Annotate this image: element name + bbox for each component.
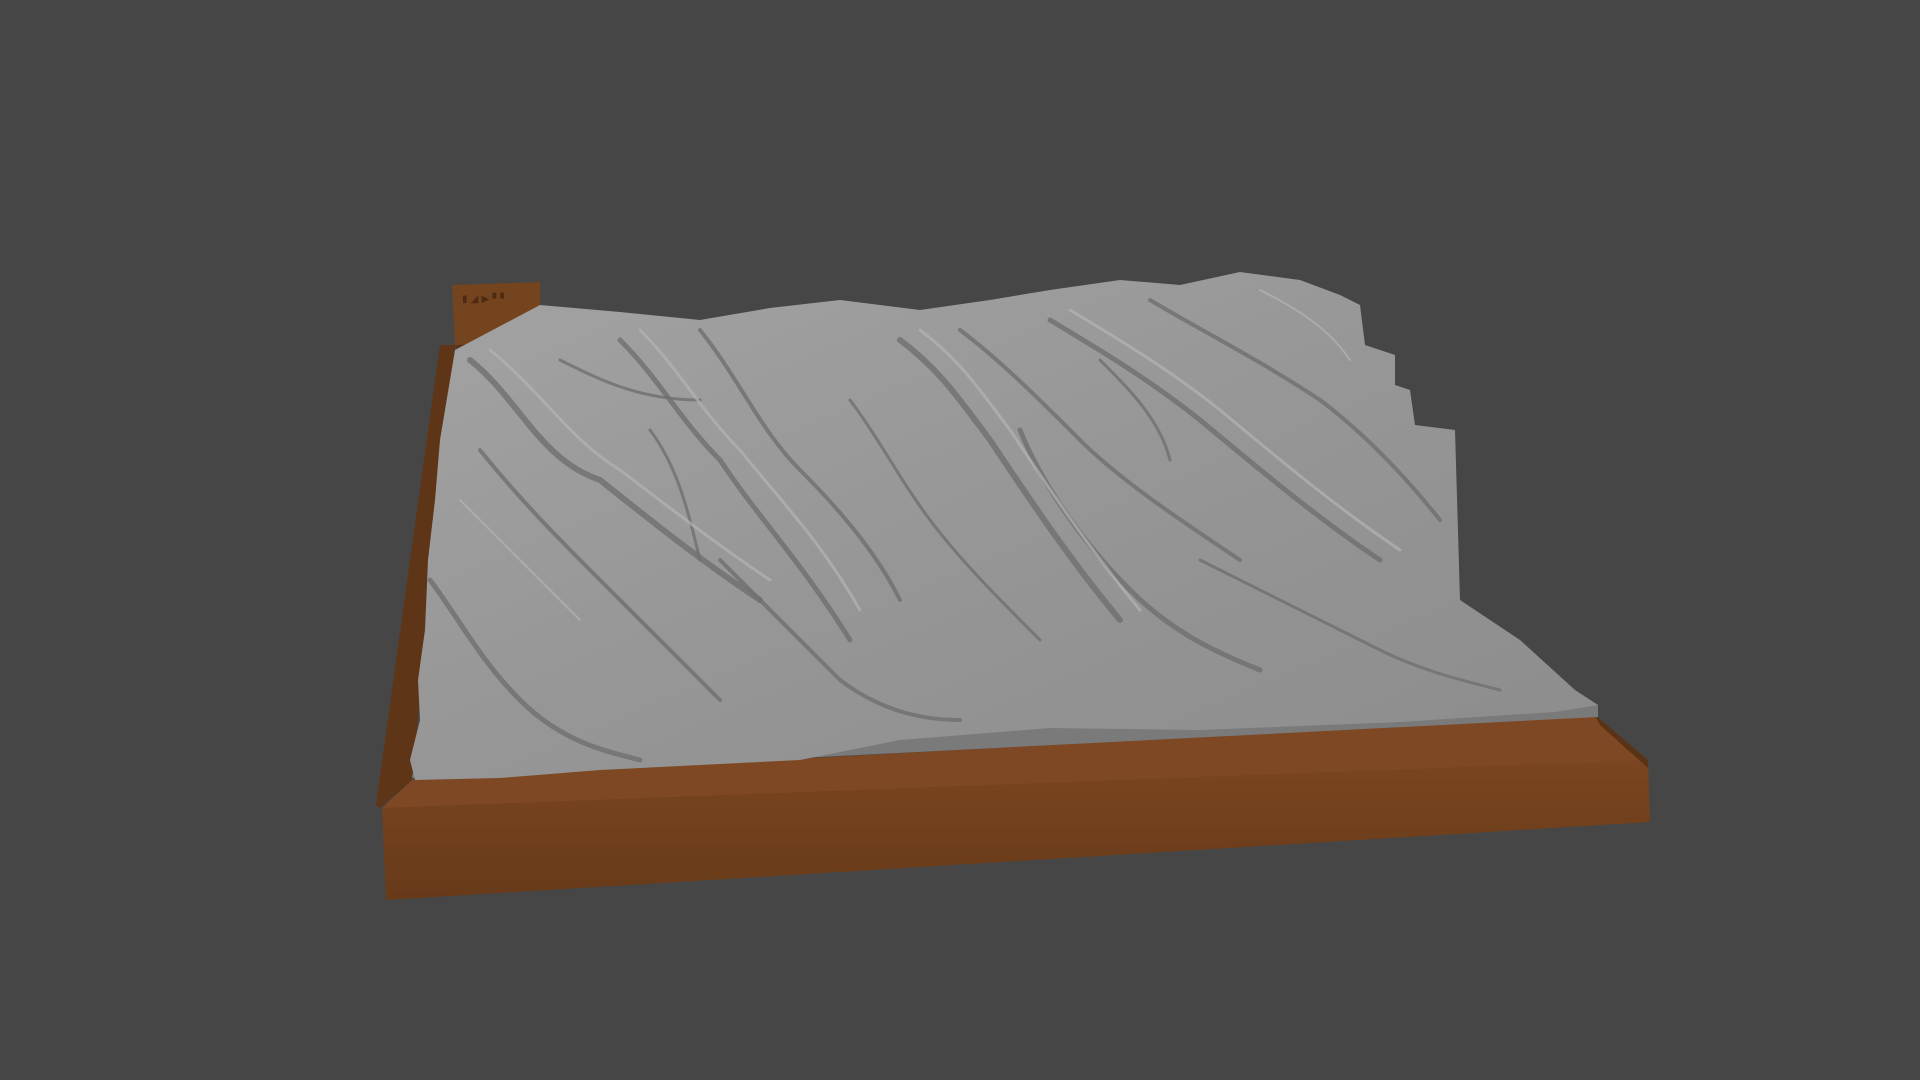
terrain-surface [410, 272, 1598, 780]
scene-canvas: ▮ ◢ ▶ ▘▘ [376, 272, 1650, 900]
3d-viewport[interactable]: ▮ ◢ ▶ ▘▘ [0, 0, 1920, 1080]
svg-text:▮ ◢ ▶ ▘▘: ▮ ◢ ▶ ▘▘ [462, 292, 508, 305]
